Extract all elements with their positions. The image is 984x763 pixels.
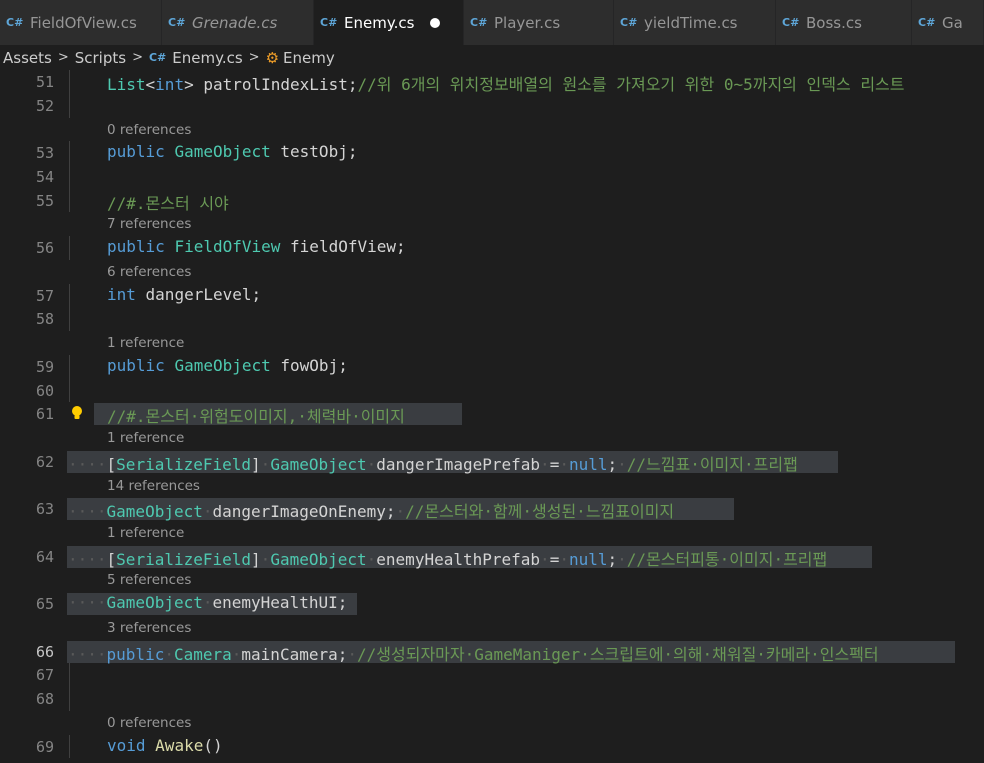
indent-guide [69,687,70,711]
tab-label: Ga [942,13,963,32]
class-symbol-icon: ⚙ [265,48,280,67]
indent-guide [69,70,70,94]
tab-enemy-cs[interactable]: C# Enemy.cs [314,0,464,45]
tab-fieldofview-cs[interactable]: C# FieldOfView.cs [0,0,162,45]
chevron-right-icon: > [57,50,69,65]
line-number: 65 [35,595,54,614]
indent-guide [69,141,70,165]
csharp-file-icon: C# [620,16,638,29]
line-number: 52 [35,96,54,115]
breadcrumb-item-assets[interactable]: Assets [3,49,52,67]
chevron-right-icon: > [132,50,143,65]
tab-player-cs[interactable]: C# Player.cs [464,0,614,45]
code-line[interactable]: //#.몬스터 시야 [107,190,229,214]
code-line[interactable]: ····[SerializeField]·GameObject·dangerIm… [68,451,798,475]
indent-guide [69,164,70,189]
breadcrumb-item-scripts[interactable]: Scripts [75,49,126,67]
tab-label: Boss.cs [806,13,862,32]
codelens-references[interactable]: 5 references [107,572,191,588]
tab-ga[interactable]: C# Ga [912,0,984,45]
line-number: 55 [35,191,54,210]
csharp-file-icon: C# [918,16,936,29]
codelens-references[interactable]: 14 references [107,478,200,494]
tab-label: Grenade.cs [192,13,278,32]
tab-grenade-cs[interactable]: C# Grenade.cs [162,0,314,45]
codelens-references[interactable]: 0 references [107,122,191,138]
code-line[interactable]: ····GameObject·enemyHealthUI; [68,593,347,612]
indent-guide [69,354,70,379]
code-line[interactable]: public GameObject testObj; [107,142,357,161]
code-line[interactable]: ····GameObject·dangerImageOnEnemy;·//몬스터… [68,498,674,522]
line-number: 53 [35,144,54,163]
indent-guide [69,307,70,332]
unsaved-dot-icon[interactable] [430,17,441,28]
code-line[interactable]: int dangerLevel; [107,285,261,304]
codelens-references[interactable]: 1 reference [107,525,184,541]
code-line[interactable]: ····[SerializeField]·GameObject·enemyHea… [68,546,827,570]
codelens-references[interactable]: 6 references [107,264,191,280]
tab-label: yieldTime.cs [644,13,738,32]
indent-guide [69,236,70,260]
breadcrumb: Assets > Scripts > C# Enemy.cs > ⚙ Enemy [0,45,984,70]
line-number: 58 [35,310,54,329]
breadcrumb-item-class[interactable]: Enemy [283,49,335,67]
csharp-file-icon: C# [470,16,488,29]
tab-label: Player.cs [494,13,561,32]
code-line[interactable]: public GameObject fowObj; [107,356,348,375]
line-number: 68 [35,690,54,709]
codelens-references[interactable]: 1 reference [107,335,184,351]
indent-guide [69,283,70,308]
csharp-file-icon: C# [782,16,800,29]
line-number: 56 [35,239,54,258]
codelens-references[interactable]: 7 references [107,216,191,232]
csharp-file-icon: C# [168,16,186,29]
csharp-file-icon: C# [320,16,338,29]
indent-guide [69,188,70,213]
csharp-file-icon: C# [6,16,24,29]
code-line[interactable]: void Awake() [107,736,223,755]
indent-guide [69,378,70,403]
line-number: 59 [35,357,54,376]
indent-guide [69,663,70,688]
indent-guide [69,734,70,759]
code-line[interactable]: ····public·Camera·mainCamera;·//생성되자마자·G… [68,641,879,665]
code-line[interactable]: List<int> patrolIndexList;//위 6개의 위치정보배열… [107,71,905,95]
tab-label: FieldOfView.cs [30,13,137,32]
codelens-references[interactable]: 1 reference [107,430,184,446]
line-number: 57 [35,286,54,305]
code-line[interactable]: //#.몬스터·위험도이미지,·체력바·이미지 [107,403,405,427]
lightbulb-icon[interactable] [70,405,84,421]
line-number: 69 [35,737,54,756]
line-number: 54 [35,167,54,186]
line-number: 64 [35,547,54,566]
tab-boss-cs[interactable]: C# Boss.cs [776,0,912,45]
chevron-right-icon: > [248,50,260,65]
line-number: 60 [35,381,54,400]
code-line[interactable]: public FieldOfView fieldOfView; [107,237,406,256]
breadcrumb-item-file[interactable]: Enemy.cs [172,49,242,67]
codelens-references[interactable]: 0 references [107,715,191,731]
line-number: 62 [35,452,54,471]
line-number: 67 [35,666,54,685]
tab-label: Enemy.cs [344,13,415,32]
codelens-references[interactable]: 3 references [107,620,191,636]
line-number: 61 [35,405,54,424]
editor-tab-bar: C# FieldOfView.cs C# Grenade.cs C# Enemy.cs C#… [0,0,984,45]
tab-yieldtime-cs[interactable]: C# yieldTime.cs [614,0,776,45]
csharp-file-icon: C# [148,51,167,64]
line-number: 66 [35,642,54,661]
line-number: 63 [35,500,54,519]
code-editor[interactable]: 51 List<int> patrolIndexList;//위 6개의 위치정보… [0,70,984,763]
line-number: 51 [35,73,54,91]
indent-guide [69,93,70,118]
